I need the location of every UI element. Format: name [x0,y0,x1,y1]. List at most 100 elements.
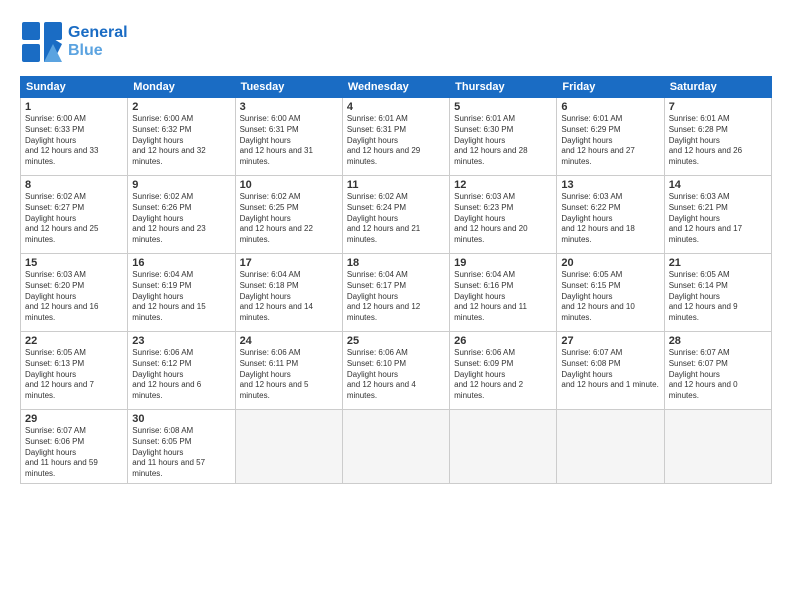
day-cell-11: 11Sunrise: 6:02 AMSunset: 6:24 PMDayligh… [342,176,449,254]
day-info: Sunrise: 6:06 AMSunset: 6:09 PMDaylight … [454,348,552,402]
day-info: Sunrise: 6:04 AMSunset: 6:18 PMDaylight … [240,270,338,324]
day-info: Sunrise: 6:07 AMSunset: 6:08 PMDaylight … [561,348,659,391]
day-info: Sunrise: 6:06 AMSunset: 6:11 PMDaylight … [240,348,338,402]
day-cell-2: 2Sunrise: 6:00 AMSunset: 6:32 PMDaylight… [128,98,235,176]
day-cell-21: 21Sunrise: 6:05 AMSunset: 6:14 PMDayligh… [664,254,771,332]
day-number: 30 [132,413,230,425]
day-number: 25 [347,335,445,347]
empty-cell [557,410,664,484]
day-info: Sunrise: 6:04 AMSunset: 6:19 PMDaylight … [132,270,230,324]
empty-cell [342,410,449,484]
day-cell-8: 8Sunrise: 6:02 AMSunset: 6:27 PMDaylight… [21,176,128,254]
day-cell-16: 16Sunrise: 6:04 AMSunset: 6:19 PMDayligh… [128,254,235,332]
empty-cell [664,410,771,484]
day-info: Sunrise: 6:00 AMSunset: 6:32 PMDaylight … [132,114,230,168]
week-row-1: 1Sunrise: 6:00 AMSunset: 6:33 PMDaylight… [21,98,772,176]
day-cell-14: 14Sunrise: 6:03 AMSunset: 6:21 PMDayligh… [664,176,771,254]
day-info: Sunrise: 6:08 AMSunset: 6:05 PMDaylight … [132,426,230,480]
day-number: 8 [25,179,123,191]
day-info: Sunrise: 6:03 AMSunset: 6:21 PMDaylight … [669,192,767,246]
day-cell-15: 15Sunrise: 6:03 AMSunset: 6:20 PMDayligh… [21,254,128,332]
day-info: Sunrise: 6:01 AMSunset: 6:29 PMDaylight … [561,114,659,168]
day-info: Sunrise: 6:03 AMSunset: 6:22 PMDaylight … [561,192,659,246]
day-info: Sunrise: 6:04 AMSunset: 6:17 PMDaylight … [347,270,445,324]
empty-cell [235,410,342,484]
day-number: 3 [240,101,338,113]
day-number: 1 [25,101,123,113]
day-cell-29: 29Sunrise: 6:07 AMSunset: 6:06 PMDayligh… [21,410,128,484]
weekday-friday: Friday [557,77,664,98]
day-number: 16 [132,257,230,269]
day-info: Sunrise: 6:07 AMSunset: 6:07 PMDaylight … [669,348,767,402]
day-cell-12: 12Sunrise: 6:03 AMSunset: 6:23 PMDayligh… [450,176,557,254]
day-number: 6 [561,101,659,113]
day-number: 22 [25,335,123,347]
logo-text-blue: Blue [68,42,128,60]
day-info: Sunrise: 6:05 AMSunset: 6:14 PMDaylight … [669,270,767,324]
day-info: Sunrise: 6:05 AMSunset: 6:13 PMDaylight … [25,348,123,402]
calendar-table: SundayMondayTuesdayWednesdayThursdayFrid… [20,76,772,484]
day-cell-28: 28Sunrise: 6:07 AMSunset: 6:07 PMDayligh… [664,332,771,410]
day-info: Sunrise: 6:04 AMSunset: 6:16 PMDaylight … [454,270,552,324]
day-cell-13: 13Sunrise: 6:03 AMSunset: 6:22 PMDayligh… [557,176,664,254]
day-number: 23 [132,335,230,347]
day-number: 11 [347,179,445,191]
day-number: 19 [454,257,552,269]
day-number: 24 [240,335,338,347]
day-info: Sunrise: 6:02 AMSunset: 6:24 PMDaylight … [347,192,445,246]
day-number: 21 [669,257,767,269]
day-cell-4: 4Sunrise: 6:01 AMSunset: 6:31 PMDaylight… [342,98,449,176]
day-cell-19: 19Sunrise: 6:04 AMSunset: 6:16 PMDayligh… [450,254,557,332]
day-number: 7 [669,101,767,113]
day-number: 2 [132,101,230,113]
logo-icon [20,20,64,64]
day-info: Sunrise: 6:02 AMSunset: 6:25 PMDaylight … [240,192,338,246]
day-number: 15 [25,257,123,269]
weekday-monday: Monday [128,77,235,98]
day-number: 28 [669,335,767,347]
day-number: 5 [454,101,552,113]
day-number: 9 [132,179,230,191]
calendar-page: General Blue SundayMondayTuesdayWednesda… [0,0,792,612]
day-number: 17 [240,257,338,269]
day-cell-1: 1Sunrise: 6:00 AMSunset: 6:33 PMDaylight… [21,98,128,176]
day-info: Sunrise: 6:01 AMSunset: 6:28 PMDaylight … [669,114,767,168]
day-cell-7: 7Sunrise: 6:01 AMSunset: 6:28 PMDaylight… [664,98,771,176]
day-info: Sunrise: 6:03 AMSunset: 6:23 PMDaylight … [454,192,552,246]
day-number: 10 [240,179,338,191]
day-cell-3: 3Sunrise: 6:00 AMSunset: 6:31 PMDaylight… [235,98,342,176]
logo-text-general: General [68,24,128,42]
day-number: 27 [561,335,659,347]
day-cell-6: 6Sunrise: 6:01 AMSunset: 6:29 PMDaylight… [557,98,664,176]
day-info: Sunrise: 6:06 AMSunset: 6:10 PMDaylight … [347,348,445,402]
week-row-4: 22Sunrise: 6:05 AMSunset: 6:13 PMDayligh… [21,332,772,410]
weekday-tuesday: Tuesday [235,77,342,98]
day-number: 18 [347,257,445,269]
weekday-wednesday: Wednesday [342,77,449,98]
day-info: Sunrise: 6:01 AMSunset: 6:31 PMDaylight … [347,114,445,168]
day-cell-25: 25Sunrise: 6:06 AMSunset: 6:10 PMDayligh… [342,332,449,410]
day-number: 26 [454,335,552,347]
day-info: Sunrise: 6:05 AMSunset: 6:15 PMDaylight … [561,270,659,324]
header: General Blue [20,20,772,64]
day-number: 12 [454,179,552,191]
day-cell-26: 26Sunrise: 6:06 AMSunset: 6:09 PMDayligh… [450,332,557,410]
day-info: Sunrise: 6:07 AMSunset: 6:06 PMDaylight … [25,426,123,480]
weekday-thursday: Thursday [450,77,557,98]
day-info: Sunrise: 6:02 AMSunset: 6:27 PMDaylight … [25,192,123,246]
weekday-sunday: Sunday [21,77,128,98]
day-info: Sunrise: 6:00 AMSunset: 6:31 PMDaylight … [240,114,338,168]
day-number: 14 [669,179,767,191]
day-number: 20 [561,257,659,269]
day-cell-27: 27Sunrise: 6:07 AMSunset: 6:08 PMDayligh… [557,332,664,410]
weekday-saturday: Saturday [664,77,771,98]
day-cell-22: 22Sunrise: 6:05 AMSunset: 6:13 PMDayligh… [21,332,128,410]
week-row-2: 8Sunrise: 6:02 AMSunset: 6:27 PMDaylight… [21,176,772,254]
day-cell-18: 18Sunrise: 6:04 AMSunset: 6:17 PMDayligh… [342,254,449,332]
week-row-5: 29Sunrise: 6:07 AMSunset: 6:06 PMDayligh… [21,410,772,484]
day-info: Sunrise: 6:02 AMSunset: 6:26 PMDaylight … [132,192,230,246]
empty-cell [450,410,557,484]
day-cell-20: 20Sunrise: 6:05 AMSunset: 6:15 PMDayligh… [557,254,664,332]
day-cell-23: 23Sunrise: 6:06 AMSunset: 6:12 PMDayligh… [128,332,235,410]
day-number: 13 [561,179,659,191]
